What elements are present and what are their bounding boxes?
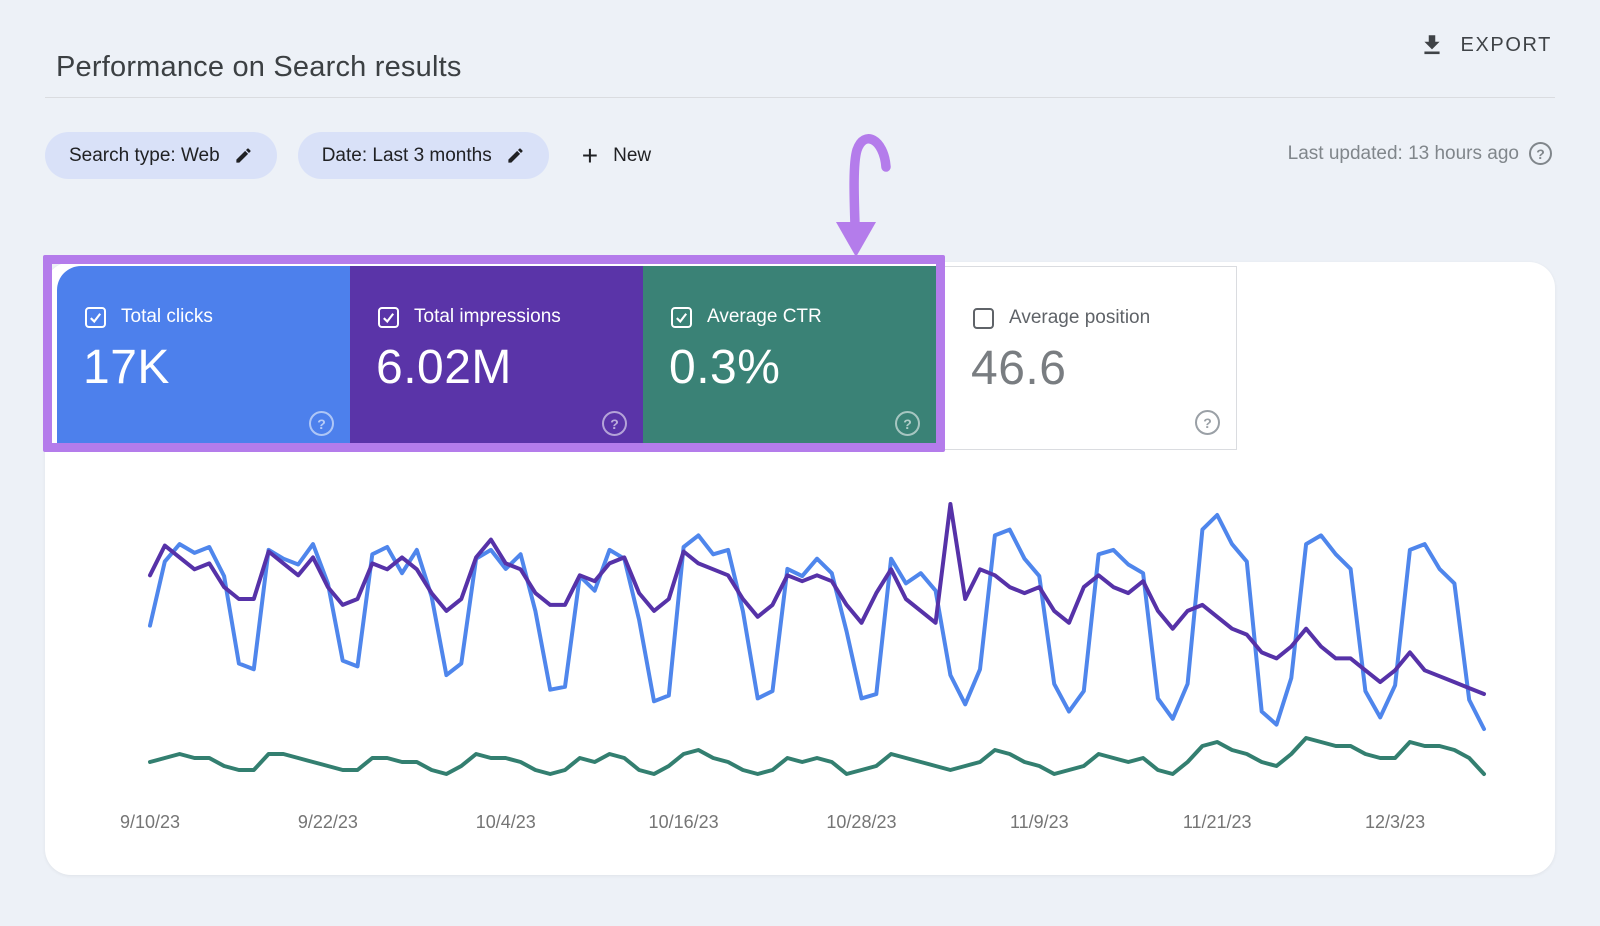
metric-tile-label: Total clicks bbox=[121, 306, 213, 328]
metric-tile-label: Average position bbox=[1009, 307, 1150, 329]
last-updated: Last updated: 13 hours ago ? bbox=[1288, 142, 1552, 165]
x-tick-label: 11/21/23 bbox=[1183, 812, 1252, 833]
metric-tile-value: 46.6 bbox=[971, 341, 1066, 396]
metric-tile-average-ctr[interactable]: Average CTR 0.3% ? bbox=[643, 266, 936, 450]
last-updated-text: Last updated: 13 hours ago bbox=[1288, 143, 1519, 165]
metric-tile-total-impressions[interactable]: Total impressions 6.02M ? bbox=[350, 266, 643, 450]
export-label: EXPORT bbox=[1461, 34, 1552, 57]
performance-report-page: { "page": { "background": "#edf1f7" }, "… bbox=[0, 0, 1600, 926]
x-tick-label: 9/22/23 bbox=[298, 812, 358, 833]
checkbox-unchecked-icon[interactable] bbox=[973, 308, 994, 329]
help-icon[interactable]: ? bbox=[1529, 142, 1552, 165]
help-icon[interactable]: ? bbox=[309, 411, 334, 436]
x-tick-label: 10/4/23 bbox=[476, 812, 536, 833]
help-icon[interactable]: ? bbox=[895, 411, 920, 436]
x-tick-label: 10/16/23 bbox=[649, 812, 719, 833]
search-type-chip-label: Search type: Web bbox=[69, 145, 220, 167]
date-range-chip[interactable]: Date: Last 3 months bbox=[298, 132, 549, 179]
x-tick-label: 10/28/23 bbox=[826, 812, 896, 833]
annotation-arrow bbox=[818, 123, 910, 261]
filter-row: Search type: Web Date: Last 3 months + N… bbox=[45, 132, 651, 179]
checkbox-checked-icon[interactable] bbox=[378, 307, 399, 328]
checkbox-checked-icon[interactable] bbox=[671, 307, 692, 328]
header-divider bbox=[45, 97, 1555, 98]
export-button[interactable]: EXPORT bbox=[1419, 32, 1552, 58]
help-icon[interactable]: ? bbox=[602, 411, 627, 436]
plus-icon: + bbox=[582, 142, 598, 170]
page-title: Performance on Search results bbox=[56, 51, 462, 84]
x-tick-label: 11/9/23 bbox=[1010, 812, 1069, 833]
edit-pencil-icon[interactable] bbox=[234, 146, 253, 165]
search-type-chip[interactable]: Search type: Web bbox=[45, 132, 277, 179]
performance-card: 9/10/23 9/22/23 10/4/23 10/16/23 10/28/23 11/… bbox=[45, 262, 1555, 875]
x-tick-label: 9/10/23 bbox=[120, 812, 180, 833]
metric-tile-total-clicks[interactable]: Total clicks 17K ? bbox=[57, 266, 350, 450]
metric-tile-value: 6.02M bbox=[376, 340, 512, 395]
metric-tile-label: Average CTR bbox=[707, 306, 822, 328]
x-tick-label: 12/3/23 bbox=[1365, 812, 1425, 833]
new-filter-label: New bbox=[613, 145, 651, 167]
metric-tile-value: 0.3% bbox=[669, 340, 780, 395]
checkbox-checked-icon[interactable] bbox=[85, 307, 106, 328]
date-range-chip-label: Date: Last 3 months bbox=[322, 145, 492, 167]
edit-pencil-icon[interactable] bbox=[506, 146, 525, 165]
metric-tile-label: Total impressions bbox=[414, 306, 561, 328]
metric-tile-average-position[interactable]: Average position 46.6 ? bbox=[944, 266, 1237, 450]
help-icon[interactable]: ? bbox=[1195, 410, 1220, 435]
download-icon bbox=[1419, 32, 1445, 58]
metric-tile-value: 17K bbox=[83, 340, 170, 395]
metric-tiles: Total clicks 17K ? Total impressions 6.0… bbox=[57, 266, 1237, 450]
new-filter-button[interactable]: + New bbox=[582, 142, 651, 170]
